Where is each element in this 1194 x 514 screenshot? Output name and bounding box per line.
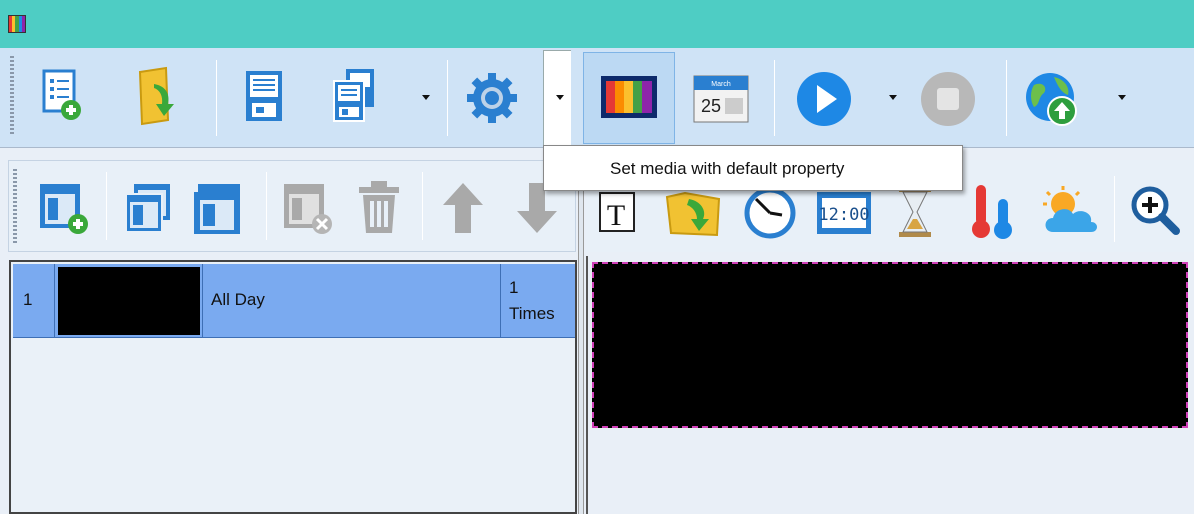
- toolbar-separator: [1114, 176, 1115, 242]
- row-index: 1: [23, 290, 33, 309]
- add-clock-button[interactable]: [740, 186, 800, 240]
- folder-open-icon: [138, 66, 174, 126]
- toolbar-separator: [216, 60, 217, 136]
- gear-icon: [467, 73, 517, 123]
- row-index-cell: 1: [13, 264, 55, 338]
- digital-clock-icon: 12:00: [817, 192, 871, 234]
- save-as-dropdown-arrow[interactable]: [422, 95, 430, 100]
- row-time-cell: All Day: [203, 264, 501, 338]
- add-window-icon: [40, 184, 88, 234]
- tooltip-text: Set media with default property: [610, 159, 845, 178]
- settings-dropdown-arrow[interactable]: [556, 95, 564, 100]
- toolbar-separator: [106, 172, 107, 240]
- toolbar-separator: [447, 60, 448, 136]
- add-temperature-button[interactable]: [966, 182, 1022, 242]
- trash-icon: [359, 181, 399, 233]
- paste-window-icon: [194, 184, 240, 234]
- zoom-in-button[interactable]: [1124, 182, 1184, 240]
- floppy-save-as-icon: [333, 69, 374, 122]
- save-button[interactable]: [240, 66, 288, 126]
- add-weather-button[interactable]: [1036, 182, 1104, 240]
- arrow-up-icon: [443, 183, 483, 233]
- svg-text:March: March: [711, 81, 731, 88]
- tooltip: Set media with default property: [543, 145, 963, 191]
- row-time: All Day: [211, 290, 265, 309]
- save-as-button[interactable]: [330, 64, 378, 126]
- toolbar-separator: [266, 172, 267, 240]
- set-media-button[interactable]: [598, 72, 660, 122]
- row-times-label: Times: [509, 304, 555, 323]
- toolbar-separator: [774, 60, 775, 136]
- new-program-button[interactable]: [40, 66, 84, 126]
- copy-window-button[interactable]: [120, 178, 176, 238]
- add-timer-button[interactable]: [890, 184, 940, 240]
- upload-dropdown-arrow[interactable]: [1118, 95, 1126, 100]
- svg-text:25: 25: [701, 96, 721, 116]
- table-row[interactable]: 1 All Day 1 Times: [13, 264, 575, 338]
- thermometer-icon: [972, 185, 1012, 239]
- text-icon: T: [599, 192, 635, 232]
- row-times-count: 1: [509, 278, 519, 297]
- delete-button: [354, 178, 404, 238]
- clock-icon: [744, 187, 796, 239]
- folder-media-icon: [665, 191, 721, 237]
- list-add-icon: [42, 69, 81, 120]
- move-up-button: [438, 178, 488, 238]
- add-window-button[interactable]: [36, 178, 92, 238]
- toolbar-separator: [1006, 60, 1007, 136]
- delete-window-button: [280, 178, 336, 238]
- add-digital-clock-button[interactable]: 12:00: [814, 186, 874, 240]
- zoom-in-icon: [1131, 186, 1180, 235]
- play-dropdown-arrow[interactable]: [889, 95, 897, 100]
- rainbow-bars-icon: [8, 15, 26, 33]
- title-bar: [0, 0, 1194, 48]
- led-screen-preview[interactable]: [592, 262, 1188, 428]
- play-icon: [797, 72, 851, 126]
- hourglass-icon: [899, 187, 931, 237]
- paste-window-button[interactable]: [190, 178, 246, 238]
- toolbar-grip[interactable]: [13, 169, 17, 243]
- delete-window-icon: [284, 184, 332, 234]
- svg-text:T: T: [607, 199, 625, 232]
- copy-window-icon: [125, 184, 170, 233]
- panel-splitter[interactable]: [578, 158, 584, 514]
- row-thumbnail-cell: [55, 264, 203, 338]
- toolbar-separator: [422, 172, 423, 240]
- add-media-button[interactable]: [662, 188, 726, 238]
- upload-button[interactable]: [1022, 70, 1082, 128]
- open-button[interactable]: [134, 64, 188, 128]
- globe-upload-icon: [1026, 73, 1077, 126]
- play-button[interactable]: [794, 70, 854, 128]
- row-times-cell: 1 Times: [501, 264, 575, 338]
- thumbnail: [58, 267, 200, 335]
- digital-clock-text: 12:00: [818, 205, 869, 225]
- weather-icon: [1043, 186, 1097, 232]
- settings-button[interactable]: [463, 70, 521, 126]
- stop-icon: [921, 72, 975, 126]
- program-list: 1 All Day 1 Times: [9, 260, 577, 514]
- calendar-icon: March 25: [693, 75, 749, 123]
- toolbar-grip[interactable]: [10, 56, 14, 134]
- stop-button[interactable]: [918, 70, 978, 128]
- add-text-button[interactable]: T: [596, 188, 638, 236]
- rainbow-bars-icon: [601, 76, 657, 118]
- schedule-button[interactable]: March 25: [692, 68, 750, 126]
- floppy-save-icon: [246, 71, 282, 121]
